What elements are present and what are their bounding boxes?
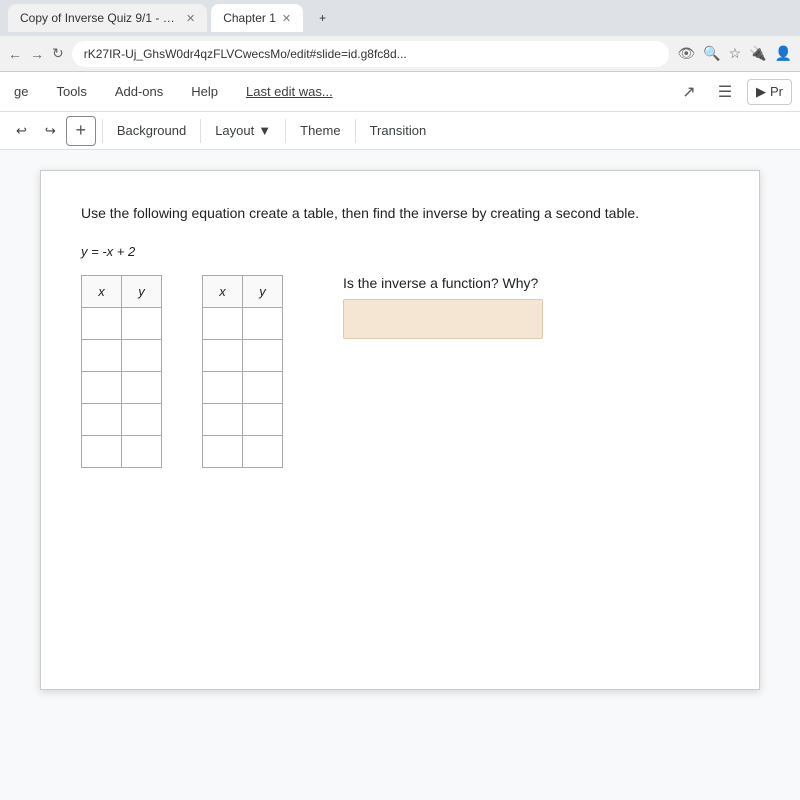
table1-cell[interactable] <box>82 340 122 372</box>
refresh-icon[interactable]: ↻ <box>52 45 64 62</box>
present-icon: ▶ <box>756 84 766 100</box>
menu-item-ge[interactable]: ge <box>8 80 34 103</box>
slides-menubar: ge Tools Add-ons Help Last edit was... ↗… <box>0 72 800 112</box>
tab-chapter[interactable]: Chapter 1 ✕ <box>211 4 303 32</box>
table2-header-y: y <box>243 276 283 308</box>
trend-icon[interactable]: ↗ <box>675 78 703 106</box>
table2-cell[interactable] <box>203 404 243 436</box>
address-bar-row: ← → ↻ 👁 🔍 ☆ 🔌 👤 <box>0 36 800 72</box>
profile-icon[interactable]: 👤 <box>775 45 792 62</box>
tab-bar: Copy of Inverse Quiz 9/1 - Goog ✕ Chapte… <box>0 0 800 36</box>
table2-header-x: x <box>203 276 243 308</box>
search-icon[interactable]: 🔍 <box>703 45 720 62</box>
background-label: Background <box>117 123 186 138</box>
table1-cell[interactable] <box>122 404 162 436</box>
forward-icon[interactable]: → <box>30 46 44 62</box>
table2-cell[interactable] <box>203 436 243 468</box>
table1-cell[interactable] <box>122 308 162 340</box>
toolbar-separator-2 <box>200 119 201 143</box>
table2-cell[interactable] <box>243 436 283 468</box>
table2: x y <box>202 275 283 468</box>
slide-instruction: Use the following equation create a tabl… <box>81 203 719 224</box>
eye-icon[interactable]: 👁 <box>677 45 695 62</box>
plus-icon: + <box>76 120 87 141</box>
slides-main: Use the following equation create a tabl… <box>0 150 800 800</box>
transition-button[interactable]: Transition <box>362 116 435 146</box>
tab-chapter-close[interactable]: ✕ <box>282 12 291 25</box>
background-button[interactable]: Background <box>109 116 194 146</box>
tab-chapter-label: Chapter 1 <box>223 11 276 25</box>
table1-cell[interactable] <box>82 372 122 404</box>
table-row <box>203 340 283 372</box>
table1-cell[interactable] <box>122 372 162 404</box>
table-row <box>203 404 283 436</box>
comment-icon[interactable]: ☰ <box>711 78 739 106</box>
redo-button[interactable]: ↪ <box>37 116 64 146</box>
layout-label: Layout <box>215 123 254 138</box>
table1-cell[interactable] <box>82 436 122 468</box>
table1-header-x: x <box>82 276 122 308</box>
last-edit-label: Last edit was... <box>240 80 339 103</box>
toolbar-separator-3 <box>285 119 286 143</box>
extension-icon[interactable]: 🔌 <box>749 45 766 62</box>
table2-cell[interactable] <box>203 372 243 404</box>
table1-cell[interactable] <box>122 340 162 372</box>
table-row <box>203 308 283 340</box>
table-row <box>82 436 162 468</box>
table-row <box>82 340 162 372</box>
table2-cell[interactable] <box>243 404 283 436</box>
inverse-question-label: Is the inverse a function? Why? <box>343 275 543 291</box>
transition-label: Transition <box>370 123 427 138</box>
present-button[interactable]: ▶ Pr <box>747 79 792 105</box>
menu-item-help[interactable]: Help <box>185 80 224 103</box>
theme-label: Theme <box>300 123 340 138</box>
table-row <box>82 404 162 436</box>
table-row <box>82 372 162 404</box>
table2-cell[interactable] <box>243 308 283 340</box>
table1-cell[interactable] <box>122 436 162 468</box>
table1: x y <box>81 275 162 468</box>
table2-cell[interactable] <box>243 372 283 404</box>
menu-item-addons[interactable]: Add-ons <box>109 80 169 103</box>
table-row <box>203 436 283 468</box>
slide-equation: y = -x + 2 <box>81 244 719 259</box>
table-row <box>203 372 283 404</box>
tab-quiz-label: Copy of Inverse Quiz 9/1 - Goog <box>20 11 180 25</box>
layout-chevron: ▼ <box>258 123 271 138</box>
tab-quiz-close[interactable]: ✕ <box>186 12 195 25</box>
address-input[interactable] <box>72 41 670 67</box>
toolbar-separator-1 <box>102 119 103 143</box>
table-row <box>82 308 162 340</box>
star-icon[interactable]: ☆ <box>729 45 742 62</box>
undo-button[interactable]: ↩ <box>8 116 35 146</box>
answer-section: Is the inverse a function? Why? <box>343 275 543 339</box>
new-tab-button[interactable]: + <box>307 4 338 32</box>
slides-icon-group: ↗ ☰ ▶ Pr <box>675 78 792 106</box>
present-label: Pr <box>770 84 783 99</box>
add-element-button[interactable]: + <box>66 116 96 146</box>
slide-canvas: Use the following equation create a tabl… <box>40 170 760 690</box>
answer-input-box[interactable] <box>343 299 543 339</box>
tab-quiz[interactable]: Copy of Inverse Quiz 9/1 - Goog ✕ <box>8 4 207 32</box>
tables-row: x y x y <box>81 275 719 468</box>
slides-toolbar: ↩ ↪ + Background Layout ▼ Theme Transiti… <box>0 112 800 150</box>
table1-header-y: y <box>122 276 162 308</box>
theme-button[interactable]: Theme <box>292 116 348 146</box>
table2-cell[interactable] <box>203 308 243 340</box>
table1-cell[interactable] <box>82 308 122 340</box>
back-icon[interactable]: ← <box>8 46 22 62</box>
layout-button[interactable]: Layout ▼ <box>207 116 279 146</box>
undo-icon: ↩ <box>16 123 27 139</box>
toolbar-separator-4 <box>355 119 356 143</box>
menu-item-tools[interactable]: Tools <box>50 80 92 103</box>
redo-icon: ↪ <box>45 123 56 139</box>
table1-cell[interactable] <box>82 404 122 436</box>
table2-cell[interactable] <box>203 340 243 372</box>
table2-cell[interactable] <box>243 340 283 372</box>
